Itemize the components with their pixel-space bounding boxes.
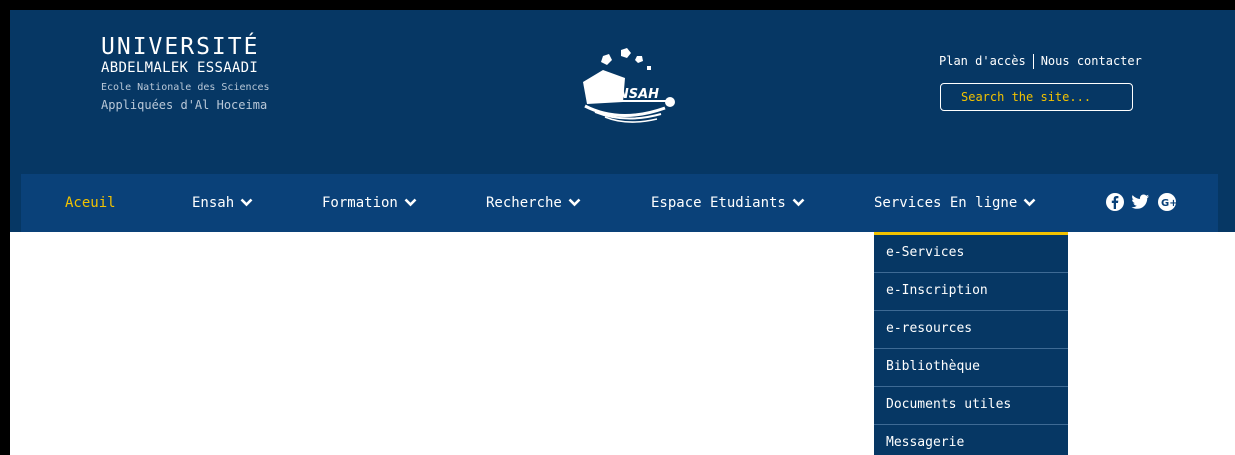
menu-item-e-inscription[interactable]: e-Inscription xyxy=(874,273,1068,311)
logo-dot xyxy=(647,66,651,70)
access-map-link[interactable]: Plan d'accès xyxy=(939,54,1026,68)
nav-item-formation[interactable]: Formation xyxy=(322,174,417,232)
contact-link[interactable]: Nous contacter xyxy=(1041,54,1142,68)
menu-item-e-services[interactable]: e-Services xyxy=(874,235,1068,273)
menu-item-messagerie[interactable]: Messagerie xyxy=(874,425,1068,455)
svg-text:G+: G+ xyxy=(1161,198,1177,209)
school-name-line1: Ecole Nationale des Sciences xyxy=(101,82,270,93)
ensah-logo[interactable]: ENSAH xyxy=(565,44,685,128)
link-divider xyxy=(1032,54,1034,69)
nav-item-recherche[interactable]: Recherche xyxy=(486,174,581,232)
chevron-down-icon xyxy=(1023,198,1036,206)
google-plus-icon[interactable]: G+ xyxy=(1157,192,1177,212)
school-name-line2: Appliquées d'Al Hoceima xyxy=(101,98,268,112)
university-title: UNIVERSITÉ xyxy=(101,34,260,60)
menu-item-documents-utiles[interactable]: Documents utiles xyxy=(874,387,1068,425)
top-links: Plan d'accès Nous contacter xyxy=(939,54,1142,69)
page: UNIVERSITÉ ABDELMALEK ESSAADI Ecole Nati… xyxy=(10,10,1235,455)
university-brand[interactable]: UNIVERSITÉ ABDELMALEK ESSAADI Ecole Nati… xyxy=(101,34,270,113)
services-dropdown-menu: e-Services e-Inscription e-resources Bib… xyxy=(874,232,1068,455)
nav-item-services[interactable]: Services En ligne xyxy=(874,174,1036,232)
nav-item-espace-etudiants[interactable]: Espace Etudiants xyxy=(651,174,805,232)
logo-ball xyxy=(665,97,675,107)
chevron-down-icon xyxy=(404,198,417,206)
nav-item-label: Formation xyxy=(322,195,398,211)
menu-item-bibliotheque[interactable]: Bibliothèque xyxy=(874,349,1068,387)
logo-swoosh xyxy=(584,104,666,117)
search-input[interactable] xyxy=(940,83,1133,111)
chevron-down-icon xyxy=(240,198,253,206)
nav-item-ensah[interactable]: Ensah xyxy=(192,174,253,232)
nav-item-label: Recherche xyxy=(486,195,562,211)
chevron-down-icon xyxy=(568,198,581,206)
main-nav: Aceuil Ensah Formation Recherche Espace … xyxy=(21,174,1218,232)
nav-item-label: Aceuil xyxy=(65,195,116,211)
nav-item-label: Services En ligne xyxy=(874,195,1018,211)
nav-item-label: Ensah xyxy=(192,195,235,211)
logo-dot xyxy=(621,48,631,58)
nav-item-home[interactable]: Aceuil xyxy=(65,174,116,232)
chevron-down-icon xyxy=(792,198,805,206)
logo-dot xyxy=(601,54,612,65)
twitter-icon[interactable] xyxy=(1130,192,1150,212)
logo-text: ENSAH xyxy=(609,87,659,102)
university-subtitle: ABDELMALEK ESSAADI xyxy=(101,60,259,76)
nav-item-label: Espace Etudiants xyxy=(651,195,786,211)
site-header: UNIVERSITÉ ABDELMALEK ESSAADI Ecole Nati… xyxy=(10,10,1235,232)
logo-dot xyxy=(635,56,643,63)
facebook-icon[interactable] xyxy=(1105,192,1125,212)
menu-item-e-resources[interactable]: e-resources xyxy=(874,311,1068,349)
